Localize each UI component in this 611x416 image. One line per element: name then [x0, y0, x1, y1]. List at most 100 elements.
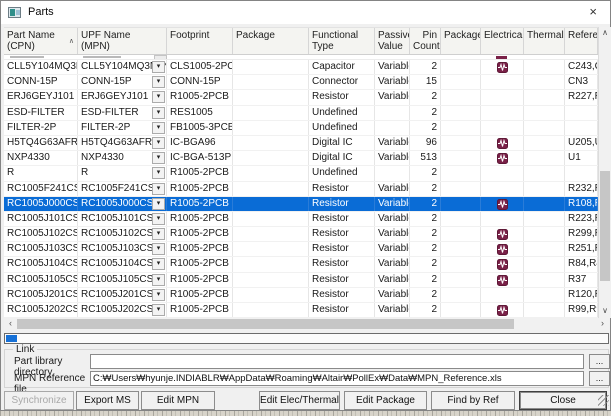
cell-electrical	[481, 273, 524, 287]
dropdown-button[interactable]: ▾	[152, 152, 165, 164]
electrical-model-icon	[497, 275, 508, 286]
cell-package2	[441, 227, 481, 241]
resize-grip[interactable]	[598, 395, 609, 406]
column-header-reference[interactable]: Refere	[565, 28, 598, 54]
column-header-package[interactable]: Package	[233, 28, 309, 54]
table-row[interactable]: RC1005J105CSRC1005J105CS▾R1005-2PCBResis…	[4, 273, 598, 288]
browse-part-library-button[interactable]: ...	[589, 354, 610, 369]
table-row[interactable]: RC1005J201CSRC1005J201CS▾R1005-2PCBResis…	[4, 288, 598, 303]
dropdown-button[interactable]: ▾	[152, 228, 165, 240]
dropdown-button[interactable]: ▾	[152, 198, 165, 210]
table-row[interactable]: RC1005J104CSRC1005J104CS▾R1005-2PCBResis…	[4, 257, 598, 272]
vertical-scrollbar[interactable]: ∧ ∨	[598, 27, 611, 318]
table-row[interactable]: RC1005F241CSRC1005F241CS▾R1005-2PCBResis…	[4, 182, 598, 197]
cell-package2	[441, 90, 481, 104]
mpn-reference-file-input[interactable]	[90, 371, 584, 386]
dropdown-button[interactable]: ▾	[152, 243, 165, 255]
table-row[interactable]: FILTER-2PFILTER-2P▾FB1005-3PCBUndefined2	[4, 121, 598, 136]
dropdown-button[interactable]: ▾	[152, 183, 165, 195]
part-library-directory-input[interactable]	[90, 354, 584, 369]
scroll-right-icon[interactable]: ›	[596, 318, 609, 330]
table-row[interactable]: RC1005J103CSRC1005J103CS▾R1005-2PCBResis…	[4, 242, 598, 257]
cell-footprint: R1005-2PCB	[167, 242, 233, 256]
edit-package-geom-button[interactable]: Edit Package Geom	[344, 391, 427, 410]
cell-package	[233, 166, 309, 180]
parts-table: Part Name (CPN)∧UPF Name (MPN)FootprintP…	[4, 27, 598, 320]
cell-electrical	[481, 288, 524, 302]
dropdown-button[interactable]: ▾	[152, 258, 165, 270]
close-icon[interactable]: ×	[589, 4, 597, 19]
dropdown-button[interactable]: ▾	[152, 274, 165, 286]
edit-elec-thermal-prop-button[interactable]: Edit Elec/Thermal Prop	[259, 391, 340, 410]
title-bar[interactable]: Parts ×	[1, 1, 610, 24]
table-row[interactable]: RR▾R1005-2PCBUndefined2	[4, 166, 598, 181]
scroll-up-icon[interactable]: ∧	[599, 27, 611, 40]
table-row[interactable]: ESD-FILTERESD-FILTER▾RES1005Undefined2	[4, 106, 598, 121]
column-header-electrical[interactable]: Electrical	[481, 28, 524, 54]
cell-package	[233, 136, 309, 150]
cell-passive_value: Variable	[375, 303, 410, 317]
cell-passive_value	[375, 166, 410, 180]
cell-thermal	[524, 182, 565, 196]
table-row[interactable]: RC1005J000CSRC1005J000CS▾R1005-2PCBResis…	[4, 197, 598, 212]
dropdown-button[interactable]: ▾	[152, 304, 165, 316]
edit-mpn-reference-button[interactable]: Edit MPN Reference	[141, 391, 215, 410]
cell-pin_count: 2	[410, 90, 441, 104]
cell-package2	[441, 303, 481, 317]
cell-package	[233, 257, 309, 271]
cell-reference: R227,R	[565, 90, 598, 104]
table-row[interactable]: ERJ6GEYJ101ERJ6GEYJ101▾R1005-2PCBResisto…	[4, 90, 598, 105]
export-ms-excel-button[interactable]: Export MS Excel	[76, 391, 139, 410]
table-row[interactable]: RC1005J202CSRC1005J202CS▾R1005-2PCBResis…	[4, 303, 598, 318]
cell-thermal	[524, 166, 565, 180]
cell-electrical	[481, 166, 524, 180]
horizontal-scrollbar-thumb[interactable]	[17, 319, 514, 329]
close-button[interactable]: Close	[519, 391, 607, 410]
vertical-scrollbar-thumb[interactable]	[600, 171, 610, 281]
horizontal-scrollbar[interactable]: ‹ ›	[4, 318, 609, 330]
dropdown-button[interactable]: ▾	[152, 76, 165, 88]
column-header-thermal[interactable]: Thermal	[524, 28, 565, 54]
table-row[interactable]: NXP4330NXP4330▾IC-BGA-513PDigital ICVari…	[4, 151, 598, 166]
dropdown-button[interactable]: ▾	[152, 289, 165, 301]
column-header-functional_type[interactable]: Functional Type	[309, 28, 375, 54]
find-by-ref-designator-button[interactable]: Find by Ref Designator	[431, 391, 515, 410]
column-header-passive_value[interactable]: Passive Value	[375, 28, 410, 54]
table-row[interactable]: CLL5Y104MQ3NLNCCLL5Y104MQ3NLNC▾CLS1005-2…	[4, 60, 598, 75]
column-header-part_name[interactable]: Part Name (CPN)∧	[4, 28, 78, 54]
column-header-footprint[interactable]: Footprint	[167, 28, 233, 54]
cell-thermal	[524, 257, 565, 271]
cell-footprint: R1005-2PCB	[167, 212, 233, 226]
dropdown-button[interactable]: ▾	[152, 137, 165, 149]
dropdown-button[interactable]: ▾	[152, 122, 165, 134]
cell-electrical	[481, 182, 524, 196]
table-row[interactable]: RC1005J101CSRC1005J101CS▾R1005-2PCBResis…	[4, 212, 598, 227]
scroll-down-icon[interactable]: ∨	[599, 305, 611, 318]
scroll-left-icon[interactable]: ‹	[4, 318, 17, 330]
dropdown-button[interactable]: ▾	[152, 61, 165, 73]
progress-bar	[4, 333, 609, 344]
column-header-pin_count[interactable]: Pin Count	[410, 28, 441, 54]
cell-reference: CN3	[565, 75, 598, 89]
dropdown-button[interactable]: ▾	[152, 167, 165, 179]
link-group: Link Part library directory ... MPN Refe…	[4, 349, 609, 388]
table-row[interactable]: H5TQ4G63AFRH5TQ4G63AFR▾IC-BGA96Digital I…	[4, 136, 598, 151]
column-header-package2[interactable]: Package	[441, 28, 481, 54]
cell-package	[233, 182, 309, 196]
cell-pin_count: 513	[410, 151, 441, 165]
cell-functional_type: Resistor	[309, 303, 375, 317]
dropdown-button[interactable]: ▾	[152, 91, 165, 103]
parts-dialog: Parts × Part Name (CPN)∧UPF Name (MPN)Fo…	[0, 0, 611, 416]
dropdown-button[interactable]: ▾	[152, 107, 165, 119]
cell-thermal	[524, 197, 565, 211]
cell-functional_type: Resistor	[309, 288, 375, 302]
cell-electrical	[481, 227, 524, 241]
table-row[interactable]: RC1005J102CSRC1005J102CS▾R1005-2PCBResis…	[4, 227, 598, 242]
electrical-model-icon	[497, 305, 508, 316]
table-row[interactable]: CONN-15PCONN-15P▾CONN-15PConnectorVariab…	[4, 75, 598, 90]
cell-footprint: R1005-2PCB	[167, 90, 233, 104]
cell-thermal	[524, 151, 565, 165]
column-header-upf_name[interactable]: UPF Name (MPN)	[78, 28, 167, 54]
browse-mpn-reference-button[interactable]: ...	[589, 371, 610, 386]
dropdown-button[interactable]: ▾	[152, 213, 165, 225]
